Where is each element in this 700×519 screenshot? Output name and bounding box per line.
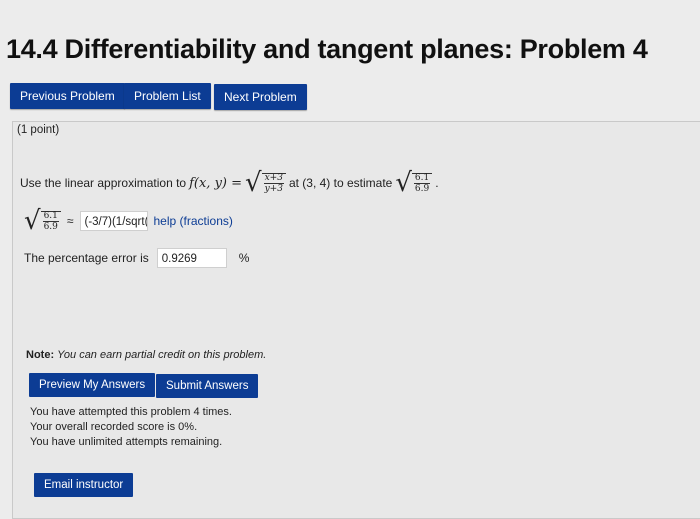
help-fractions-link[interactable]: help (fractions) [154,214,233,228]
function-fraction: x+3 y+3 [263,172,284,194]
function-lhs: f(x, y) = [189,175,243,191]
answer-row: √ 6.1 6.9 ≈ (-3/7)(1/sqrt( help (fractio… [24,208,233,234]
estimate-radical: √ 6.1 6.9 [395,168,433,198]
estimate-numerator: 6.1 [414,172,430,183]
note-label: Note: [26,349,55,361]
attempts-count-text: You have attempted this problem 4 times. [30,406,232,418]
radical-body: 6.1 6.9 [40,210,61,232]
attempts-remaining-text: You have unlimited attempts remaining. [30,436,223,448]
score-text: Your overall recorded score is 0%. [30,421,198,433]
answer-input[interactable]: (-3/7)(1/sqrt( [79,211,148,231]
percent-unit: % [238,251,250,265]
points-label: (1 point) [17,124,60,136]
approx-symbol: ≈ [66,214,74,228]
at-point-text: at (3, 4) to estimate [288,176,393,190]
note-text: You can earn partial credit on this prob… [57,349,267,361]
sqrt-symbol: √ [245,168,262,198]
sqrt-symbol: √ [24,206,41,236]
submit-answers-button[interactable]: Submit Answers [156,374,259,398]
partial-credit-note: Note: You can earn partial credit on thi… [26,349,266,361]
radical-body: 6.1 6.9 [411,172,433,194]
page-title: 14.4 Differentiability and tangent plane… [6,34,648,64]
sqrt-symbol: √ [395,168,412,198]
estimate-fraction: 6.1 6.9 [413,172,431,194]
answer-numerator: 6.1 [43,210,58,221]
next-problem-button[interactable]: Next Problem [214,84,307,110]
percent-error-input[interactable]: 0.9269 [156,248,227,268]
percent-error-label: The percentage error is [24,251,149,265]
function-radical: √ x+3 y+3 [245,170,286,196]
percent-error-row: The percentage error is 0.9269 % [24,248,249,268]
statement-prefix: Use the linear approximation to [20,176,187,190]
function-numerator: x+3 [264,172,283,183]
email-instructor-button[interactable]: Email instructor [34,473,134,497]
preview-answers-button[interactable]: Preview My Answers [29,373,156,397]
answer-radical: √ 6.1 6.9 [24,208,61,234]
answer-fraction: 6.1 6.9 [42,210,59,232]
problem-list-button[interactable]: Problem List [124,83,211,109]
estimate-denominator: 6.9 [413,182,431,194]
radical-body: x+3 y+3 [261,172,286,194]
attempt-status: You have attempted this problem 4 times.… [30,405,232,450]
problem-statement: Use the linear approximation to f(x, y) … [20,168,439,198]
answer-denominator: 6.9 [42,220,59,232]
function-denominator: y+3 [263,182,284,194]
previous-problem-button[interactable]: Previous Problem [10,83,125,109]
